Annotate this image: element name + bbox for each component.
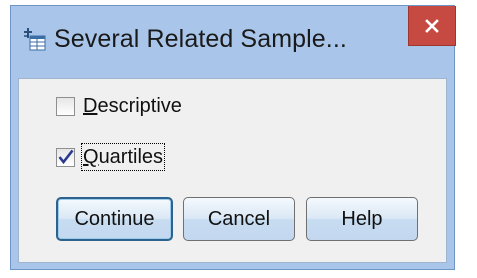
close-button[interactable]	[408, 6, 456, 46]
dialog-body: Descriptive Quartiles Continue Cancel He…	[18, 78, 447, 263]
descriptive-label[interactable]: Descriptive	[82, 93, 183, 119]
quartiles-checkbox[interactable]	[56, 147, 75, 167]
continue-button[interactable]: Continue	[56, 197, 173, 241]
option-quartiles[interactable]: Quartiles	[56, 143, 166, 171]
dialog-window: Several Related Sample... Descriptive Qu…	[10, 5, 456, 270]
window-title: Several Related Sample...	[54, 25, 347, 53]
checkmark-icon	[58, 149, 74, 164]
descriptive-checkbox[interactable]	[56, 96, 75, 116]
close-icon	[424, 18, 440, 34]
help-button[interactable]: Help	[306, 197, 418, 241]
quartiles-label[interactable]: Quartiles	[80, 143, 166, 171]
option-descriptive[interactable]: Descriptive	[56, 93, 183, 119]
spss-dialog-icon	[24, 27, 46, 51]
cancel-button[interactable]: Cancel	[183, 197, 295, 241]
title-bar[interactable]: Several Related Sample...	[11, 6, 456, 78]
